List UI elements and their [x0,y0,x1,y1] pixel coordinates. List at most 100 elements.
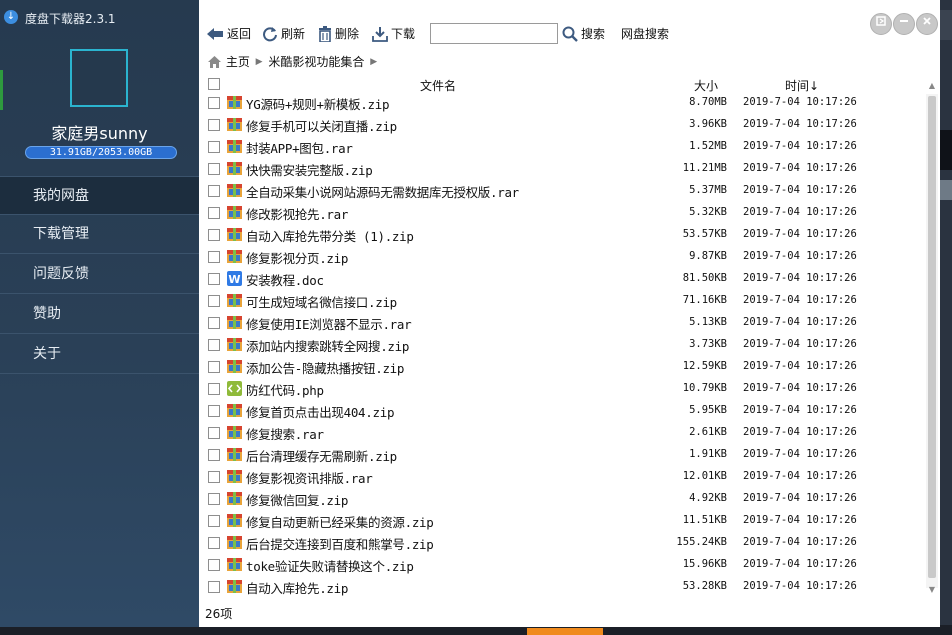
table-row[interactable]: 后台提交连接到百度和熊掌号.zip 155.24KB 2019-7-04 10:17… [200,532,926,554]
row-checkbox[interactable] [208,383,220,395]
table-row[interactable]: W 安装教程.doc 81.50KB 2019-7-04 10:17:26 [200,268,926,290]
table-row[interactable]: 自动入库抢先带分类 (1).zip 53.57KB 2019-7-04 10:17:… [200,224,926,246]
row-checkbox[interactable] [208,449,220,461]
row-checkbox[interactable] [208,493,220,505]
table-row[interactable]: 封装APP+图包.rar 1.52MB 2019-7-04 10:17:26 [200,136,926,158]
row-checkbox[interactable] [208,119,220,131]
row-checkbox[interactable] [208,361,220,373]
table-row[interactable]: 修复微信回复.zip 4.92KB 2019-7-04 10:17:26 [200,488,926,510]
row-checkbox[interactable] [208,141,220,153]
scrollbar-thumb[interactable] [928,96,936,578]
download-icon: ↓ [4,10,18,24]
table-header: 文件名 大小 时间↓ [200,72,926,94]
row-checkbox[interactable] [208,185,220,197]
file-name: 修复搜索.rar [246,427,324,442]
delete-button[interactable]: 删除 [318,25,359,43]
scroll-up-icon[interactable]: ▲ [926,80,938,92]
sidebar-item-sponsor[interactable]: 赞助 [0,295,199,334]
table-row[interactable]: 添加公告-隐藏热播按钮.zip 12.59KB 2019-7-04 10:17:26 [200,356,926,378]
row-checkbox[interactable] [208,295,220,307]
file-size: 11.51KB [682,514,727,526]
file-time: 2019-7-04 10:17:26 [743,272,857,284]
row-checkbox[interactable] [208,317,220,329]
file-time: 2019-7-04 10:17:26 [743,140,857,152]
file-time: 2019-7-04 10:17:26 [743,118,857,130]
storage-quota-bar: 31.91GB/2053.00GB [25,146,177,159]
row-checkbox[interactable] [208,339,220,351]
table-row[interactable]: 自动入库抢先.zip 53.28KB 2019-7-04 10:17:26 [200,576,926,598]
table-row[interactable]: 全自动采集小说网站源码无需数据库无授权版.rar 5.37MB 2019-7-04 … [200,180,926,202]
table-row[interactable]: 后台清理缓存无需刷新.zip 1.91KB 2019-7-04 10:17:26 [200,444,926,466]
taskbar-item[interactable] [527,628,603,635]
delete-label: 删除 [335,27,360,41]
file-time: 2019-7-04 10:17:26 [743,96,857,108]
row-checkbox[interactable] [208,251,220,263]
row-checkbox[interactable] [208,581,220,593]
table-row[interactable]: 修复搜索.rar 2.61KB 2019-7-04 10:17:26 [200,422,926,444]
desktop-strip [940,130,952,170]
file-name: 自动入库抢先带分类 (1).zip [246,229,414,244]
row-checkbox[interactable] [208,515,220,527]
file-name: toke验证失败请替换这个.zip [246,559,414,574]
back-button[interactable]: 返回 [206,25,251,43]
file-size: 81.50KB [682,272,727,284]
file-time: 2019-7-04 10:17:26 [743,338,857,350]
row-checkbox[interactable] [208,537,220,549]
row-checkbox[interactable] [208,273,220,285]
breadcrumb-folder[interactable]: 米酷影视功能集合 [268,55,364,69]
row-checkbox[interactable] [208,559,220,571]
table-row[interactable]: 修复影视分页.zip 9.87KB 2019-7-04 10:17:26 [200,246,926,268]
table-row[interactable]: 可生成短域名微信接口.zip 71.16KB 2019-7-04 10:17:26 [200,290,926,312]
file-size: 53.28KB [682,580,727,592]
table-row[interactable]: 修复首页点击出现404.zip 5.95KB 2019-7-04 10:17:26 [200,400,926,422]
row-checkbox[interactable] [208,163,220,175]
breadcrumb-home[interactable]: 主页 [226,55,250,69]
sidebar-item-my-netdisk[interactable]: 我的网盘 [0,176,199,215]
file-time: 2019-7-04 10:17:26 [743,470,857,482]
file-time: 2019-7-04 10:17:26 [743,206,857,218]
table-row[interactable]: YG源码+规则+新模板.zip 8.70MB 2019-7-04 10:17:26 [200,92,926,114]
table-row[interactable]: 添加站内搜索跳转全网搜.zip 3.73KB 2019-7-04 10:17:26 [200,334,926,356]
search-icon [562,26,578,42]
table-row[interactable]: 防红代码.php 10.79KB 2019-7-04 10:17:26 [200,378,926,400]
search-input[interactable] [430,23,558,44]
table-row[interactable]: 修改影视抢先.rar 5.32KB 2019-7-04 10:17:26 [200,202,926,224]
file-name: 全自动采集小说网站源码无需数据库无授权版.rar [246,185,519,200]
row-checkbox[interactable] [208,97,220,109]
sidebar-item-download-manager[interactable]: 下载管理 [0,215,199,254]
search-button[interactable]: 搜索 [562,25,605,43]
file-size: 9.87KB [689,250,727,262]
select-all-checkbox[interactable] [208,78,220,90]
file-size: 12.59KB [682,360,727,372]
breadcrumb: 主页 ▶ 米酷影视功能集合 ▶ [207,53,379,71]
toolbar: 返回 刷新 删除 下载 搜索 网盘搜索 [199,20,940,46]
refresh-button[interactable]: 刷新 [262,25,305,43]
file-time: 2019-7-04 10:17:26 [743,448,857,460]
file-size: 4.92KB [689,492,727,504]
avatar[interactable] [70,49,128,107]
file-time: 2019-7-04 10:17:26 [743,250,857,262]
table-row[interactable]: 修复手机可以关闭直播.zip 3.96KB 2019-7-04 10:17:26 [200,114,926,136]
sidebar-item-about[interactable]: 关于 [0,335,199,374]
table-row[interactable]: 快快需安装完整版.zip 11.21MB 2019-7-04 10:17:26 [200,158,926,180]
row-checkbox[interactable] [208,427,220,439]
table-row[interactable]: 修复自动更新已经采集的资源.zip 11.51KB 2019-7-04 10:17:… [200,510,926,532]
title-bar[interactable]: ↓ 度盘下载器2.3.1 [0,0,199,34]
row-checkbox[interactable] [208,405,220,417]
row-checkbox[interactable] [208,229,220,241]
file-time: 2019-7-04 10:17:26 [743,536,857,548]
file-time: 2019-7-04 10:17:26 [743,162,857,174]
table-row[interactable]: toke验证失败请替换这个.zip 15.96KB 2019-7-04 10:17:… [200,554,926,576]
row-checkbox[interactable] [208,207,220,219]
table-row[interactable]: 修复使用IE浏览器不显示.rar 5.13KB 2019-7-04 10:17:26 [200,312,926,334]
file-name: 修改影视抢先.rar [246,207,349,222]
row-checkbox[interactable] [208,471,220,483]
back-label: 返回 [227,27,252,41]
table-row[interactable]: 修复影视资讯排版.rar 12.01KB 2019-7-04 10:17:26 [200,466,926,488]
netdisk-search-button[interactable]: 网盘搜索 [621,25,669,43]
download-button[interactable]: 下载 [372,25,415,43]
file-name: 添加站内搜索跳转全网搜.zip [246,339,410,354]
sidebar-item-feedback[interactable]: 问题反馈 [0,255,199,294]
scroll-down-icon[interactable]: ▼ [926,584,938,596]
file-size: 11.21MB [682,162,727,174]
